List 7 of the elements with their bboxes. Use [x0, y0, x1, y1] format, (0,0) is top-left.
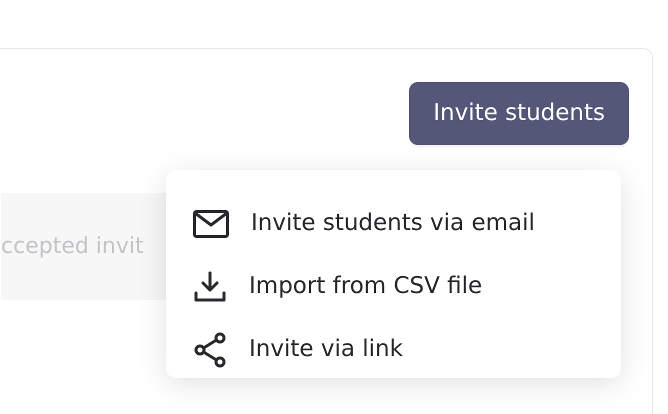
download-icon	[193, 270, 227, 302]
share-icon	[193, 332, 227, 368]
envelope-icon	[193, 210, 229, 238]
menu-item[interactable]: Invite via link	[166, 318, 621, 381]
invite-students-button[interactable]: Invite students	[409, 82, 629, 145]
menu-item[interactable]: Import from CSV file	[166, 255, 621, 318]
menu-item[interactable]: Invite students via email	[166, 192, 621, 255]
